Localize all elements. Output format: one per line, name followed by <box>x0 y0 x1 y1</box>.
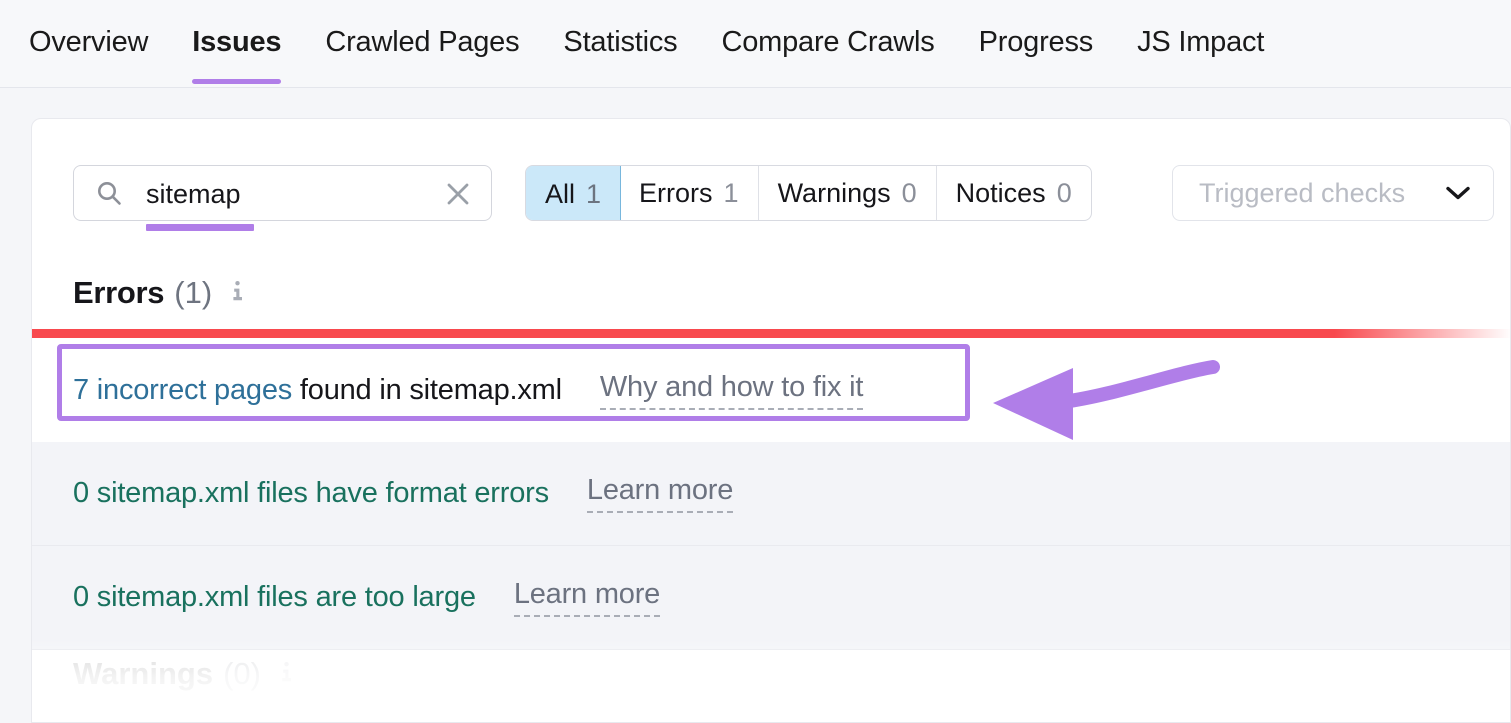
filter-all[interactable]: All 1 <box>525 165 621 221</box>
table-row[interactable]: 7 incorrect pages found in sitemap.xml W… <box>32 338 1511 442</box>
tab-active-indicator <box>192 79 281 84</box>
errors-count: (1) <box>174 275 212 311</box>
issue-title: 0 sitemap.xml files are too large <box>73 581 476 614</box>
filter-notices-label: Notices <box>956 178 1046 209</box>
triggered-checks-dropdown[interactable]: Triggered checks <box>1172 165 1494 221</box>
search-container <box>73 165 492 221</box>
filter-notices-count: 0 <box>1057 178 1072 209</box>
tab-crawled-pages[interactable]: Crawled Pages <box>303 0 541 62</box>
issues-toolbar: All 1 Errors 1 Warnings 0 Notices 0 Trig… <box>32 119 1510 239</box>
search-box[interactable] <box>73 165 492 221</box>
table-row[interactable]: 0 sitemap.xml files are too large Learn … <box>32 546 1511 650</box>
errors-section-header: Errors (1) <box>73 275 247 311</box>
chevron-down-icon <box>1445 185 1471 201</box>
tab-statistics-label: Statistics <box>563 26 677 58</box>
why-and-how-to-fix-it-link[interactable]: Why and how to fix it <box>600 371 863 410</box>
info-icon[interactable] <box>277 661 296 683</box>
issue-link[interactable]: 7 incorrect pages <box>73 374 292 406</box>
tab-progress-label: Progress <box>979 26 1093 58</box>
filter-errors-label: Errors <box>639 178 713 209</box>
filter-all-label: All <box>545 179 575 210</box>
info-icon[interactable] <box>228 280 247 302</box>
search-icon <box>96 180 122 206</box>
tab-compare-crawls[interactable]: Compare Crawls <box>699 0 956 62</box>
filter-errors-count: 1 <box>724 178 739 209</box>
tab-overview[interactable]: Overview <box>29 0 170 62</box>
tab-statistics[interactable]: Statistics <box>541 0 699 62</box>
issues-card: All 1 Errors 1 Warnings 0 Notices 0 Trig… <box>31 118 1511 723</box>
tab-crawled-pages-label: Crawled Pages <box>325 26 519 58</box>
filter-warnings[interactable]: Warnings 0 <box>759 166 937 220</box>
tab-list: Overview Issues Crawled Pages Statistics… <box>29 0 1286 88</box>
filter-all-count: 1 <box>586 179 601 210</box>
issue-title: 7 incorrect pages found in sitemap.xml <box>73 374 562 407</box>
filter-warnings-count: 0 <box>902 178 917 209</box>
tab-overview-label: Overview <box>29 26 148 58</box>
issue-title: 0 sitemap.xml files have format errors <box>73 477 549 510</box>
learn-more-link[interactable]: Learn more <box>587 474 733 513</box>
search-highlight-annotation <box>146 224 254 231</box>
tab-issues-label: Issues <box>192 26 281 58</box>
issues-list: 7 incorrect pages found in sitemap.xml W… <box>32 338 1511 650</box>
filter-warnings-label: Warnings <box>778 178 891 209</box>
tab-js-impact-label: JS Impact <box>1137 26 1264 58</box>
issue-rest: found in sitemap.xml <box>292 374 562 406</box>
errors-title: Errors <box>73 275 164 311</box>
tab-issues[interactable]: Issues <box>170 0 303 62</box>
issues-page: Overview Issues Crawled Pages Statistics… <box>0 0 1511 723</box>
search-input[interactable] <box>146 166 446 222</box>
filter-notices[interactable]: Notices 0 <box>937 166 1091 220</box>
main-tabbar: Overview Issues Crawled Pages Statistics… <box>0 0 1511 88</box>
warnings-count: (0) <box>223 656 261 692</box>
severity-filter-group: All 1 Errors 1 Warnings 0 Notices 0 <box>525 165 1092 221</box>
tab-compare-crawls-label: Compare Crawls <box>721 26 934 58</box>
triggered-checks-label: Triggered checks <box>1199 178 1405 209</box>
warnings-title: Warnings <box>73 656 213 692</box>
table-row[interactable]: 0 sitemap.xml files have format errors L… <box>32 442 1511 546</box>
warnings-section-header: Warnings (0) <box>73 656 296 692</box>
filter-errors[interactable]: Errors 1 <box>620 166 759 220</box>
errors-accent-bar <box>32 329 1511 338</box>
learn-more-link[interactable]: Learn more <box>514 578 660 617</box>
tab-js-impact[interactable]: JS Impact <box>1115 0 1286 62</box>
tab-progress[interactable]: Progress <box>957 0 1115 62</box>
close-icon[interactable] <box>445 181 471 207</box>
